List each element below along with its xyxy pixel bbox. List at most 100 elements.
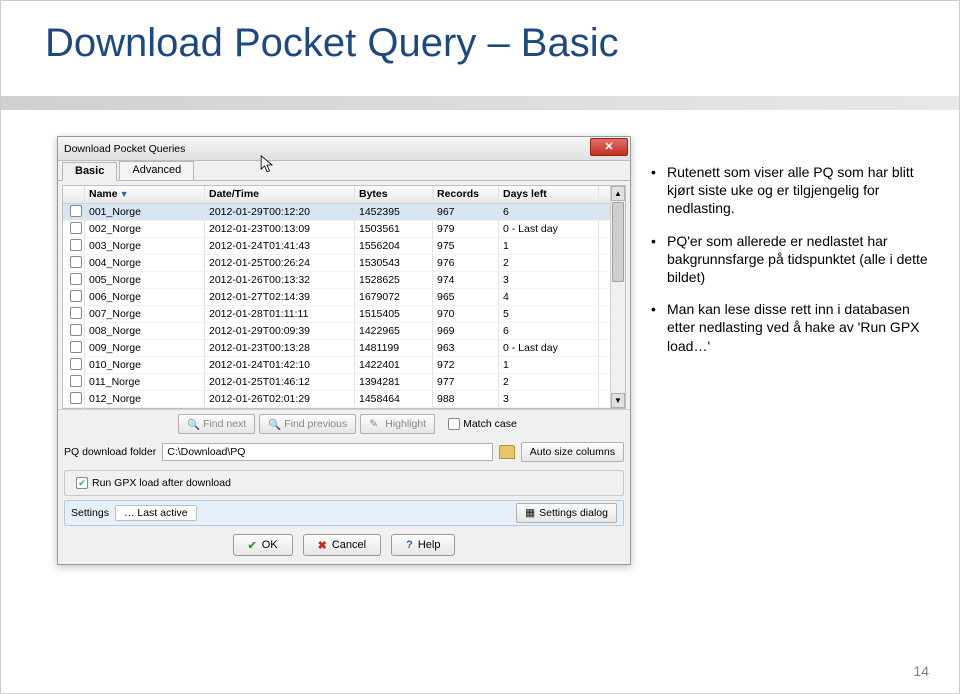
row-checkbox[interactable] <box>70 341 82 353</box>
find-previous-button[interactable]: 🔍Find previous <box>259 414 356 434</box>
search-icon: 🔍 <box>268 418 280 430</box>
bullet-item: Man kan lese disse rett inn i databasen … <box>651 300 931 355</box>
col-bytes[interactable]: Bytes <box>355 186 433 203</box>
table-row[interactable]: 009_Norge2012-01-23T00:13:2814811999630 … <box>63 340 625 357</box>
row-checkbox[interactable] <box>70 375 82 387</box>
row-checkbox[interactable] <box>70 307 82 319</box>
cell-datetime: 2012-01-29T00:09:39 <box>205 323 355 339</box>
cell-datetime: 2012-01-29T00:12:20 <box>205 204 355 220</box>
col-daysleft[interactable]: Days left <box>499 186 599 203</box>
cell-bytes: 1422401 <box>355 357 433 373</box>
settings-lastactive[interactable]: … Last active <box>115 505 197 521</box>
check-icon: ✔ <box>248 539 257 552</box>
cell-daysleft: 1 <box>499 238 599 254</box>
checkbox-icon <box>76 477 88 489</box>
table-row[interactable]: 006_Norge2012-01-27T02:14:3916790729654 <box>63 289 625 306</box>
cell-name: 007_Norge <box>85 306 205 322</box>
cell-daysleft: 0 - Last day <box>499 221 599 237</box>
table-row[interactable]: 011_Norge2012-01-25T01:46:1213942819772 <box>63 374 625 391</box>
scrollbar-vertical[interactable]: ▲ ▼ <box>610 186 625 408</box>
col-datetime[interactable]: Date/Time <box>205 186 355 203</box>
run-gpx-checkbox[interactable]: Run GPX load after download <box>73 477 617 489</box>
table-row[interactable]: 005_Norge2012-01-26T00:13:3215286259743 <box>63 272 625 289</box>
cell-daysleft: 2 <box>499 255 599 271</box>
grid-icon: ▦ <box>525 507 535 519</box>
cell-daysleft: 3 <box>499 391 599 407</box>
scroll-up-button[interactable]: ▲ <box>611 186 625 201</box>
cell-bytes: 1556204 <box>355 238 433 254</box>
row-checkbox[interactable] <box>70 205 82 217</box>
pq-table: Name▼ Date/Time Bytes Records Days left … <box>62 185 626 409</box>
cell-daysleft: 4 <box>499 289 599 305</box>
bullet-item: Rutenett som viser alle PQ som har blitt… <box>651 163 931 218</box>
tab-basic[interactable]: Basic <box>62 162 117 181</box>
close-button[interactable]: ✕ <box>590 138 628 156</box>
cell-daysleft: 0 - Last day <box>499 340 599 356</box>
cell-records: 970 <box>433 306 499 322</box>
cell-daysleft: 2 <box>499 374 599 390</box>
table-row[interactable]: 012_Norge2012-01-26T02:01:2914584649883 <box>63 391 625 408</box>
table-row[interactable]: 002_Norge2012-01-23T00:13:0915035619790 … <box>63 221 625 238</box>
scroll-down-button[interactable]: ▼ <box>611 393 625 408</box>
table-row[interactable]: 010_Norge2012-01-24T01:42:1014224019721 <box>63 357 625 374</box>
table-row[interactable]: 003_Norge2012-01-24T01:41:4315562049751 <box>63 238 625 255</box>
tab-row: Basic Advanced <box>58 161 630 181</box>
cell-name: 011_Norge <box>85 374 205 390</box>
cancel-button[interactable]: ✖Cancel <box>303 534 381 556</box>
col-records[interactable]: Records <box>433 186 499 203</box>
row-checkbox[interactable] <box>70 239 82 251</box>
dialog-titlebar[interactable]: Download Pocket Queries ✕ <box>58 137 630 161</box>
cell-records: 972 <box>433 357 499 373</box>
cell-datetime: 2012-01-24T01:42:10 <box>205 357 355 373</box>
cell-name: 006_Norge <box>85 289 205 305</box>
pq-folder-label: PQ download folder <box>64 446 156 458</box>
scroll-thumb[interactable] <box>612 202 624 282</box>
cell-records: 977 <box>433 374 499 390</box>
cell-records: 974 <box>433 272 499 288</box>
row-checkbox[interactable] <box>70 392 82 404</box>
dialog-button-row: ✔OK ✖Cancel ?Help <box>58 526 630 564</box>
cell-daysleft: 5 <box>499 306 599 322</box>
settings-dialog-button[interactable]: ▦ Settings dialog <box>516 503 617 523</box>
table-row[interactable]: 008_Norge2012-01-29T00:09:3914229659696 <box>63 323 625 340</box>
cell-bytes: 1394281 <box>355 374 433 390</box>
pq-folder-row: PQ download folder Auto size columns <box>58 438 630 466</box>
cell-datetime: 2012-01-23T00:13:09 <box>205 221 355 237</box>
pq-folder-input[interactable] <box>162 443 493 461</box>
row-checkbox[interactable] <box>70 222 82 234</box>
folder-icon[interactable] <box>499 445 515 459</box>
find-next-button[interactable]: 🔍Find next <box>178 414 255 434</box>
table-row[interactable]: 007_Norge2012-01-28T01:11:1115154059705 <box>63 306 625 323</box>
cell-name: 004_Norge <box>85 255 205 271</box>
help-button[interactable]: ?Help <box>391 534 455 556</box>
cell-bytes: 1503561 <box>355 221 433 237</box>
match-case-checkbox[interactable]: Match case <box>445 418 517 430</box>
cell-bytes: 1452395 <box>355 204 433 220</box>
ok-button[interactable]: ✔OK <box>233 534 293 556</box>
row-checkbox[interactable] <box>70 256 82 268</box>
row-checkbox[interactable] <box>70 273 82 285</box>
highlight-button[interactable]: ✎Highlight <box>360 414 435 434</box>
cell-name: 012_Norge <box>85 391 205 407</box>
header-strip <box>1 96 959 110</box>
slide-title: Download Pocket Query – Basic <box>45 21 619 66</box>
cell-records: 988 <box>433 391 499 407</box>
cell-name: 001_Norge <box>85 204 205 220</box>
autosize-button[interactable]: Auto size columns <box>521 442 624 462</box>
col-name[interactable]: Name▼ <box>85 186 205 203</box>
cell-datetime: 2012-01-23T00:13:28 <box>205 340 355 356</box>
cell-bytes: 1481199 <box>355 340 433 356</box>
cell-datetime: 2012-01-24T01:41:43 <box>205 238 355 254</box>
col-check[interactable] <box>63 186 85 203</box>
row-checkbox[interactable] <box>70 358 82 370</box>
cursor-icon <box>260 155 274 175</box>
row-checkbox[interactable] <box>70 324 82 336</box>
close-icon: ✖ <box>318 539 327 552</box>
row-checkbox[interactable] <box>70 290 82 302</box>
cell-records: 979 <box>433 221 499 237</box>
table-row[interactable]: 001_Norge2012-01-29T00:12:2014523959676 <box>63 204 625 221</box>
page-number: 14 <box>913 663 929 679</box>
table-row[interactable]: 004_Norge2012-01-25T00:26:2415305439762 <box>63 255 625 272</box>
tab-advanced[interactable]: Advanced <box>119 161 194 180</box>
cell-daysleft: 1 <box>499 357 599 373</box>
